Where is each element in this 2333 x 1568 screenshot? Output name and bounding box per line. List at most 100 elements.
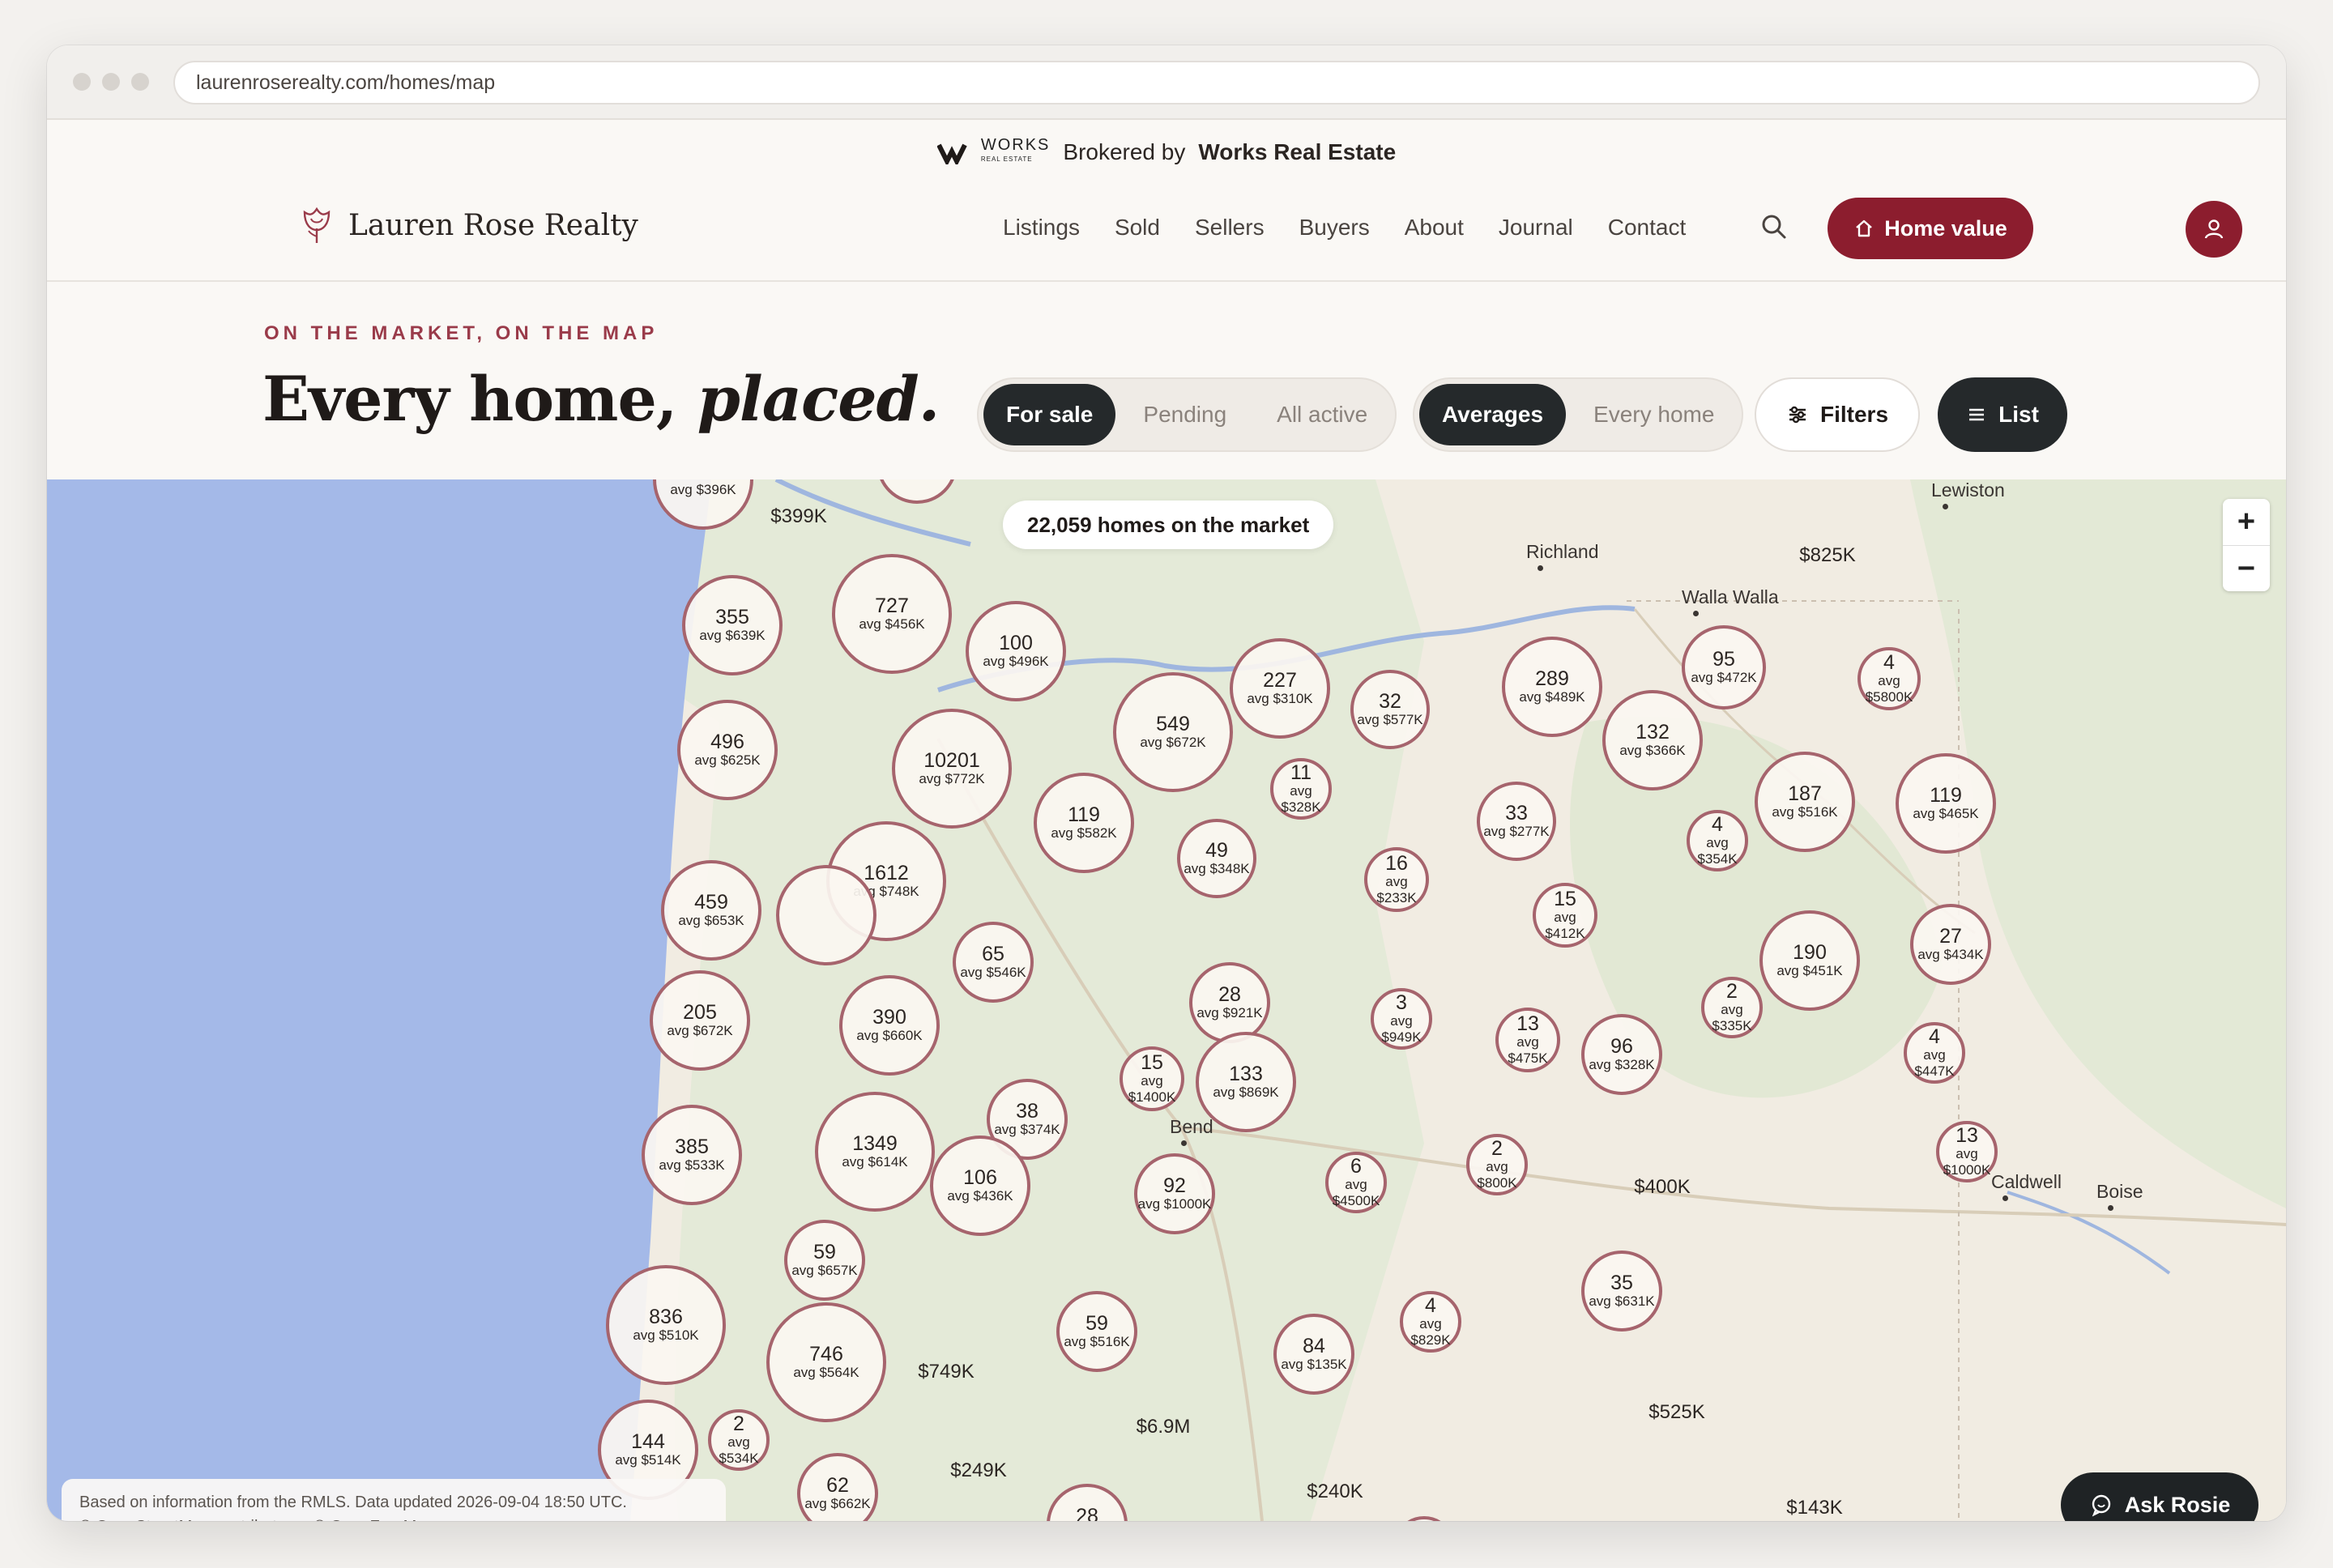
map-cluster[interactable]: 4 avg $447K <box>1904 1022 1965 1084</box>
map-cluster[interactable]: 84 avg $135K <box>1273 1314 1354 1395</box>
nav-sold[interactable]: Sold <box>1115 215 1160 241</box>
map-cluster[interactable]: 15 avg $1400K <box>1120 1046 1184 1111</box>
price-label[interactable]: $749K <box>918 1361 974 1383</box>
brand-logo[interactable]: Lauren Rose Realty <box>298 204 638 246</box>
price-label[interactable]: $400K <box>1634 1176 1690 1199</box>
window-close-dot[interactable] <box>73 73 91 91</box>
map-cluster[interactable]: 205 avg $672K <box>650 970 750 1071</box>
status-toggle: For sale Pending All active <box>977 377 1397 452</box>
map-cluster[interactable]: 6 avg $4500K <box>1325 1152 1387 1213</box>
map-cluster[interactable]: 496 avg $625K <box>677 700 778 800</box>
map-cluster[interactable]: 119 avg $465K <box>1896 753 1996 854</box>
map-cluster[interactable]: 96 avg $328K <box>1581 1014 1662 1095</box>
nav-about[interactable]: About <box>1405 215 1464 241</box>
price-label[interactable]: $399K <box>770 505 826 528</box>
price-label[interactable]: $6.9M <box>1137 1416 1191 1438</box>
cluster-average: avg $447K <box>1914 1047 1955 1079</box>
price-label[interactable]: $825K <box>1799 544 1855 567</box>
map-cluster[interactable] <box>776 865 876 965</box>
cluster-count: 4 <box>1425 1294 1436 1317</box>
map-cluster[interactable]: 355 avg $639K <box>682 575 783 675</box>
map-cluster[interactable]: 35 avg $631K <box>1581 1251 1662 1332</box>
map-cluster[interactable]: 727 avg $456K <box>832 554 952 674</box>
map-cluster[interactable]: 390 avg $660K <box>839 975 940 1076</box>
account-button[interactable] <box>2186 201 2242 258</box>
zoom-in-button[interactable]: + <box>2223 499 2270 545</box>
map-cluster[interactable]: 549 avg $672K <box>1113 672 1233 792</box>
window-zoom-dot[interactable] <box>131 73 149 91</box>
price-label[interactable]: $249K <box>950 1459 1006 1482</box>
view-every-home-tab[interactable]: Every home <box>1571 384 1737 445</box>
filters-button[interactable]: Filters <box>1755 377 1920 452</box>
cluster-average: avg $662K <box>804 1496 871 1511</box>
status-for-sale-tab[interactable]: For sale <box>983 384 1116 445</box>
map-cluster[interactable]: 11 avg $328K <box>1270 758 1332 820</box>
map-canvas[interactable]: 727 avg $456K 355 avg $639K 100 avg $496K 227 a… <box>47 479 2286 1521</box>
url-bar[interactable]: laurenroserealty.com/homes/map <box>173 61 2260 104</box>
view-averages-tab[interactable]: Averages <box>1419 384 1567 445</box>
nav-menu: Listings Sold Sellers Buyers About Journ… <box>1003 175 1721 280</box>
map-cluster[interactable]: 28 avg $921K <box>1189 962 1270 1043</box>
map-cluster[interactable]: 13 avg $1000K <box>1936 1121 1998 1182</box>
map-cluster[interactable]: 289 avg $489K <box>1502 637 1602 737</box>
map-cluster[interactable]: 59 avg $516K <box>1056 1291 1137 1372</box>
map-cluster[interactable]: 59 avg $657K <box>784 1220 865 1301</box>
map-cluster[interactable]: 190 avg $451K <box>1759 910 1860 1011</box>
price-label[interactable]: $240K <box>1307 1481 1363 1503</box>
map-cluster[interactable]: 746 avg $564K <box>766 1302 886 1422</box>
map-cluster[interactable]: 100 avg $496K <box>966 601 1066 701</box>
map-cluster[interactable]: 132 avg $366K <box>1602 690 1703 790</box>
ask-rosie-button[interactable]: Ask Rosie <box>2061 1472 2258 1521</box>
map-cluster[interactable]: 16 avg $233K <box>1364 847 1429 912</box>
map-cluster[interactable]: 227 avg $310K <box>1230 638 1330 739</box>
cluster-average: avg $412K <box>1545 910 1585 941</box>
cluster-count: 1612 <box>864 862 909 884</box>
map-cluster[interactable]: 4 avg $5800K <box>1857 647 1921 710</box>
cluster-count: 4 <box>1712 813 1723 836</box>
map-cluster[interactable]: 119 avg $582K <box>1034 773 1134 873</box>
map-cluster[interactable]: 65 avg $546K <box>953 922 1034 1003</box>
map-cluster[interactable]: 459 avg $653K <box>661 860 761 961</box>
map-cluster[interactable]: 1349 avg $614K <box>815 1092 935 1212</box>
sliders-icon <box>1789 406 1806 424</box>
map-cluster[interactable]: 836 avg $510K <box>606 1265 726 1385</box>
map-cluster[interactable]: 106 avg $436K <box>930 1136 1030 1236</box>
map-cluster[interactable]: 13 avg $475K <box>1495 1008 1560 1072</box>
cluster-count: 33 <box>1505 802 1528 824</box>
city-dot <box>1943 504 1948 509</box>
search-icon[interactable] <box>1758 211 1790 243</box>
cluster-count: 3 <box>1396 991 1407 1014</box>
window-minimize-dot[interactable] <box>102 73 120 91</box>
map-cluster[interactable]: 385 avg $533K <box>642 1105 742 1205</box>
map-cluster[interactable]: 33 avg $277K <box>1477 782 1556 861</box>
list-view-button[interactable]: List <box>1938 377 2067 452</box>
cluster-average: avg $335K <box>1712 1002 1752 1033</box>
map-cluster[interactable]: 4 avg $829K <box>1400 1291 1461 1353</box>
map-cluster[interactable]: 32 avg $577K <box>1350 670 1430 749</box>
status-pending-tab[interactable]: Pending <box>1120 384 1249 445</box>
map-cluster[interactable]: 95 avg $472K <box>1682 625 1766 709</box>
nav-contact[interactable]: Contact <box>1608 215 1687 241</box>
map-cluster[interactable]: 27 avg $434K <box>1910 904 1991 985</box>
works-logo: WORKS REAL ESTATE <box>936 137 1051 167</box>
cluster-average: avg $533K <box>659 1157 725 1173</box>
map-cluster[interactable]: 10201 avg $772K <box>892 709 1012 829</box>
nav-listings[interactable]: Listings <box>1003 215 1080 241</box>
status-all-active-tab[interactable]: All active <box>1254 384 1390 445</box>
map-cluster[interactable]: 3 avg $949K <box>1371 988 1432 1050</box>
map-cluster[interactable]: 2 avg $800K <box>1466 1134 1528 1195</box>
map-cluster[interactable]: 92 avg $1000K <box>1134 1153 1215 1234</box>
home-value-button[interactable]: Home value <box>1828 198 2033 259</box>
nav-buyers[interactable]: Buyers <box>1299 215 1370 241</box>
price-label[interactable]: $143K <box>1786 1497 1842 1519</box>
map-cluster[interactable]: 2 avg $534K <box>708 1409 770 1471</box>
nav-journal[interactable]: Journal <box>1499 215 1573 241</box>
zoom-out-button[interactable]: − <box>2223 545 2270 591</box>
map-cluster[interactable]: 2 avg $335K <box>1701 977 1763 1038</box>
map-cluster[interactable]: 4 avg $354K <box>1687 810 1748 871</box>
nav-sellers[interactable]: Sellers <box>1195 215 1265 241</box>
map-cluster[interactable]: 15 avg $412K <box>1533 883 1597 948</box>
map-cluster[interactable]: 187 avg $516K <box>1755 752 1855 852</box>
price-label[interactable]: $525K <box>1648 1401 1704 1424</box>
map-cluster[interactable]: 49 avg $348K <box>1177 819 1256 898</box>
